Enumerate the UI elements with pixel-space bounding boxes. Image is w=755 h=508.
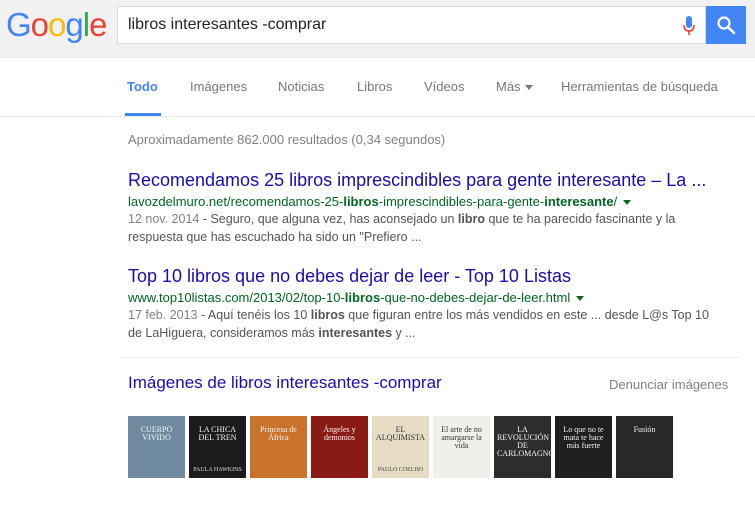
tab-videos[interactable]: Vídeos bbox=[424, 79, 464, 94]
thumbnail-title: Fusión bbox=[633, 425, 656, 434]
search-result: Top 10 libros que no debes dejar de leer… bbox=[128, 266, 718, 342]
section-divider bbox=[120, 357, 740, 358]
thumbnail-title: Princesa de África bbox=[260, 425, 297, 442]
image-thumbnail[interactable]: Fusión bbox=[616, 416, 673, 478]
thumbnail-title: CUERPO VIVIDO bbox=[140, 425, 173, 442]
thumbnail-title: Lo que no te mata te hace más fuerte bbox=[563, 425, 604, 450]
result-menu-caret-icon[interactable] bbox=[623, 200, 632, 206]
result-title-link[interactable]: Top 10 libros que no debes dejar de leer… bbox=[128, 266, 718, 287]
result-url: lavozdelmuro.net/recomendamos-25-libros-… bbox=[128, 194, 718, 209]
tab-mas[interactable]: Más bbox=[496, 79, 533, 94]
url-part: libros bbox=[344, 290, 381, 305]
result-menu-caret-icon[interactable] bbox=[576, 296, 585, 302]
snippet-part: y ... bbox=[392, 326, 416, 340]
tab-mas-label: Más bbox=[496, 79, 521, 94]
thumbnail-title: LA REVOLUCIÓN DE CARLOMAGNO bbox=[497, 425, 551, 458]
thumbnail-author: PAULA HAWKINS bbox=[193, 467, 242, 473]
logo-letter: g bbox=[65, 6, 83, 43]
search-tabs: Todo Imágenes Noticias Libros Vídeos Más… bbox=[0, 58, 755, 117]
result-snippet: 17 feb. 2013 - Aquí tenéis los 10 libros… bbox=[128, 306, 718, 342]
logo-letter: e bbox=[89, 6, 107, 43]
search-input[interactable] bbox=[128, 7, 668, 43]
tab-imagenes[interactable]: Imágenes bbox=[190, 79, 247, 94]
images-section-title[interactable]: Imágenes de libros interesantes -comprar bbox=[128, 373, 442, 393]
search-result: Recomendamos 25 libros imprescindibles p… bbox=[128, 170, 718, 246]
image-thumbnail[interactable]: EL ALQUIMISTA PAULO COELHO bbox=[372, 416, 429, 478]
chevron-down-icon bbox=[524, 85, 533, 91]
tab-search-tools[interactable]: Herramientas de búsqueda bbox=[561, 79, 718, 94]
snippet-part: - Seguro, que alguna vez, has aconsejado… bbox=[199, 212, 458, 226]
search-icon bbox=[717, 16, 736, 35]
thumbnail-author: PAULO COELHO bbox=[377, 467, 424, 473]
image-thumbnail[interactable]: Ángeles y demonios bbox=[311, 416, 368, 478]
result-title-link[interactable]: Recomendamos 25 libros imprescindibles p… bbox=[128, 170, 718, 191]
active-tab-indicator bbox=[125, 113, 161, 116]
logo-letter: o bbox=[30, 6, 49, 43]
url-part: -imprescindibles-para-gente- bbox=[378, 194, 545, 209]
url-part: lavozdelmuro.net/recomendamos-25- bbox=[128, 194, 344, 209]
search-box[interactable] bbox=[117, 6, 706, 44]
url-part: -que-no-debes-dejar-de-leer.html bbox=[380, 290, 571, 305]
thumbnail-title: LA CHICA DEL TREN bbox=[198, 425, 237, 442]
snippet-part: - Aquí tenéis los 10 bbox=[197, 308, 311, 322]
result-stats: Aproximadamente 862.000 resultados (0,34… bbox=[128, 132, 446, 147]
thumbnail-title: EL ALQUIMISTA bbox=[375, 425, 426, 442]
search-button[interactable] bbox=[706, 6, 746, 44]
snippet-part: libro bbox=[457, 212, 485, 226]
image-thumbnail[interactable]: Princesa de África bbox=[250, 416, 307, 478]
tab-todo[interactable]: Todo bbox=[127, 79, 158, 94]
image-thumbnail[interactable]: CUERPO VIVIDO bbox=[128, 416, 185, 478]
snippet-part: interesantes bbox=[318, 326, 393, 340]
image-thumbnail[interactable]: LA REVOLUCIÓN DE CARLOMAGNO bbox=[494, 416, 551, 478]
thumbnail-title: El arte de no amargarse la vida bbox=[441, 425, 482, 450]
logo-letter: G bbox=[6, 6, 32, 43]
result-url: www.top10listas.com/2013/02/top-10-libro… bbox=[128, 290, 718, 305]
url-part: www.top10listas.com/2013/02/top-10- bbox=[128, 290, 345, 305]
result-date: 17 feb. 2013 bbox=[128, 308, 198, 322]
report-images-link[interactable]: Denunciar imágenes bbox=[609, 377, 728, 392]
result-snippet: 12 nov. 2014 - Seguro, que alguna vez, h… bbox=[128, 210, 718, 246]
url-part: libros bbox=[343, 194, 379, 209]
url-part: interesante bbox=[544, 194, 614, 209]
tab-noticias[interactable]: Noticias bbox=[278, 79, 324, 94]
result-date: 12 nov. 2014 bbox=[128, 212, 200, 226]
search-header: Google bbox=[0, 0, 755, 58]
snippet-part: libros bbox=[310, 308, 345, 322]
thumbnail-title: Ángeles y demonios bbox=[323, 425, 356, 442]
logo-letter: o bbox=[48, 6, 66, 43]
microphone-icon[interactable] bbox=[683, 16, 695, 36]
google-logo[interactable]: Google bbox=[6, 6, 107, 44]
url-part: / bbox=[613, 194, 618, 209]
image-thumbnail[interactable]: El arte de no amargarse la vida bbox=[433, 416, 490, 478]
image-thumbnail[interactable]: Lo que no te mata te hace más fuerte bbox=[555, 416, 612, 478]
tab-libros[interactable]: Libros bbox=[357, 79, 392, 94]
image-thumbnail[interactable]: LA CHICA DEL TREN PAULA HAWKINS bbox=[189, 416, 246, 478]
